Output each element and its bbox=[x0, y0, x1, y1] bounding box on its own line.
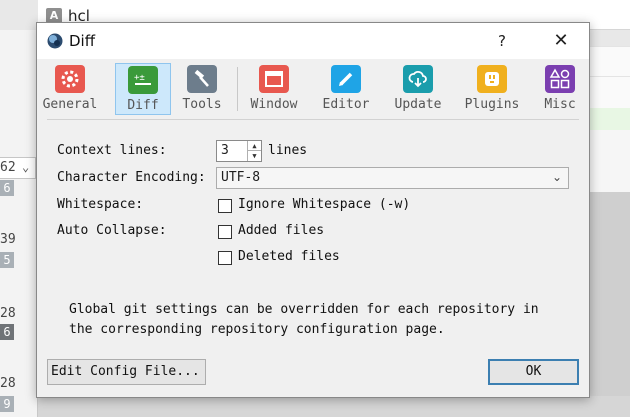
ok-button[interactable]: OK bbox=[488, 359, 579, 385]
tab-label: Update bbox=[394, 97, 442, 112]
tab-editor[interactable]: Editor bbox=[317, 63, 375, 115]
svg-text:+±: +± bbox=[134, 73, 145, 83]
spin-up-icon[interactable]: ▲ bbox=[247, 141, 261, 151]
tab-label: Window bbox=[250, 97, 298, 112]
toolbar-separator bbox=[237, 67, 238, 111]
character-encoding-label: Character Encoding: bbox=[57, 170, 206, 185]
tab-label: Tools bbox=[182, 97, 222, 112]
help-button[interactable]: ? bbox=[487, 27, 517, 55]
gear-icon bbox=[55, 65, 85, 93]
line-number: 39 bbox=[0, 232, 16, 247]
character-encoding-select[interactable]: UTF-8 ⌄ bbox=[216, 167, 569, 189]
edit-config-file-button[interactable]: Edit Config File... bbox=[47, 359, 206, 385]
plug-icon bbox=[477, 65, 507, 93]
background-left-panel: ⌄ 62 6 39 5 28 6 28 9 bbox=[0, 30, 38, 417]
chevron-down-icon: ⌄ bbox=[551, 170, 562, 184]
line-number: 28 bbox=[0, 376, 16, 391]
app-globe-icon bbox=[47, 33, 63, 49]
diff-settings-page: Context lines: 3 ▲ ▼ lines Character Enc… bbox=[47, 119, 579, 343]
added-files-label[interactable]: Added files bbox=[238, 223, 324, 238]
shapes-icon bbox=[545, 65, 575, 93]
settings-note-line: Global git settings can be overridden fo… bbox=[69, 302, 539, 317]
tab-label: Misc bbox=[544, 97, 576, 112]
close-button[interactable]: ✕ bbox=[543, 27, 579, 55]
line-number: 28 bbox=[0, 306, 16, 321]
added-files-checkbox[interactable] bbox=[218, 225, 232, 239]
ignore-whitespace-checkbox[interactable] bbox=[218, 199, 232, 213]
settings-toolbar: General +± Diff Tools Window Editor Upda… bbox=[37, 59, 589, 115]
context-lines-label: Context lines: bbox=[57, 143, 167, 158]
count-badge: 6 bbox=[0, 180, 14, 196]
ignore-whitespace-label[interactable]: Ignore Whitespace (-w) bbox=[238, 197, 410, 212]
settings-note-line: the corresponding repository configurati… bbox=[69, 322, 445, 337]
tab-plugins[interactable]: Plugins bbox=[463, 63, 521, 115]
count-badge: 6 bbox=[0, 324, 14, 340]
dialog-title: Diff bbox=[69, 32, 96, 50]
spin-down-icon[interactable]: ▼ bbox=[247, 151, 261, 161]
tab-tools[interactable]: Tools bbox=[173, 63, 231, 115]
tab-misc[interactable]: Misc bbox=[531, 63, 589, 115]
diff-icon: +± bbox=[128, 66, 158, 94]
preferences-dialog: Diff ? ✕ General +± Diff Tools Window Ed… bbox=[36, 22, 590, 398]
context-lines-value: 3 bbox=[221, 143, 229, 158]
window-icon bbox=[259, 65, 289, 93]
tab-label: Plugins bbox=[464, 97, 520, 112]
hammer-icon bbox=[187, 65, 217, 93]
tab-update[interactable]: Update bbox=[389, 63, 447, 115]
context-lines-spinbox[interactable]: 3 ▲ ▼ bbox=[216, 140, 262, 162]
deleted-files-checkbox[interactable] bbox=[218, 251, 232, 265]
settings-note: Global git settings can be overridden fo… bbox=[69, 300, 539, 340]
tab-general[interactable]: General bbox=[41, 63, 99, 115]
tab-window[interactable]: Window bbox=[245, 63, 303, 115]
chevron-down-icon: ⌄ bbox=[22, 160, 30, 174]
auto-collapse-label: Auto Collapse: bbox=[57, 223, 167, 238]
character-encoding-value: UTF-8 bbox=[221, 170, 261, 185]
dialog-titlebar[interactable]: Diff ? ✕ bbox=[37, 23, 589, 59]
tab-label: Editor bbox=[322, 97, 370, 112]
count-badge: 5 bbox=[0, 252, 14, 268]
tab-label: Diff bbox=[127, 98, 159, 113]
whitespace-label: Whitespace: bbox=[57, 197, 144, 212]
tab-label: General bbox=[42, 97, 98, 112]
line-number: 62 bbox=[0, 160, 16, 175]
pencil-icon bbox=[331, 65, 361, 93]
tab-diff[interactable]: +± Diff bbox=[115, 63, 171, 115]
background-statusbar bbox=[38, 396, 630, 417]
context-lines-suffix: lines bbox=[268, 143, 308, 158]
cloud-download-icon bbox=[403, 65, 433, 93]
deleted-files-label[interactable]: Deleted files bbox=[238, 249, 340, 264]
count-badge: 9 bbox=[0, 396, 14, 412]
